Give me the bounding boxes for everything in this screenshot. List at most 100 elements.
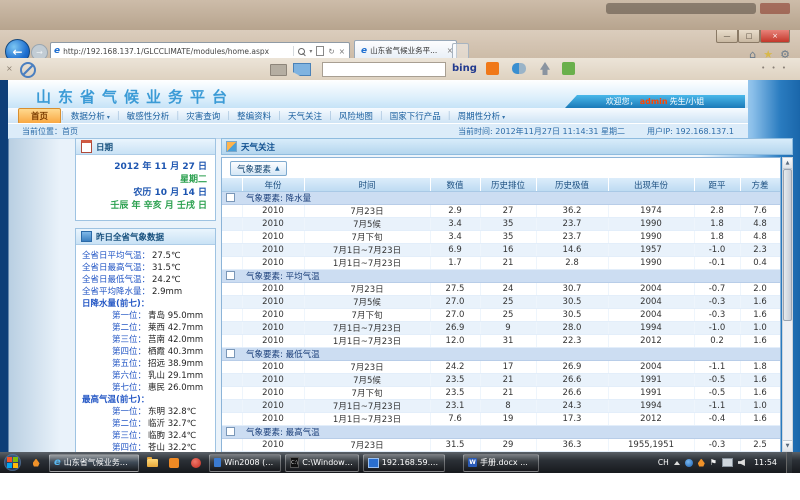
addon-icon-puzzle[interactable] [562, 62, 575, 75]
nav-item-1[interactable]: 数据分析▾ [64, 110, 117, 122]
volume-icon[interactable] [738, 459, 745, 466]
table-cell: 22.3 [536, 335, 608, 348]
rank-value: 惠民 26.0mm [148, 382, 203, 394]
sidebar: 日期 2012 年 11 月 27 日 星期二 农历 10 月 14 日 壬辰 … [75, 138, 216, 452]
table-cell: 21 [480, 257, 536, 270]
group-checkbox[interactable] [226, 427, 235, 436]
scrollbar-up-button[interactable]: ▲ [783, 158, 792, 169]
column-header: 数值 [430, 178, 480, 192]
rank-row: 第三位：临朐 32.4℃ [112, 430, 213, 442]
tray-download-icon[interactable] [698, 459, 705, 467]
weather-table-head: 年份时间数值历史排位历史极值出现年份距平方差 [222, 178, 780, 192]
rank-row: 第五位：招远 38.9mm [112, 358, 213, 370]
language-indicator[interactable]: CH [658, 458, 669, 467]
more-options-dots[interactable]: • • • [761, 64, 788, 72]
table-cell: 1.8 [740, 361, 780, 374]
pinned-orange-app-icon[interactable] [164, 454, 184, 471]
table-cell: 7.6 [740, 205, 780, 218]
nav-item-0[interactable]: 首页 [18, 108, 61, 124]
maximize-button[interactable]: □ [738, 30, 760, 43]
nav-item-6[interactable]: 风险地图 [332, 110, 380, 122]
table-cell: 30.5 [536, 309, 608, 322]
card-reader-icon[interactable] [270, 64, 287, 76]
stat-value: 31.5℃ [152, 262, 180, 274]
bing-logo[interactable]: bing [452, 63, 477, 74]
search-icon[interactable] [298, 48, 305, 55]
show-hidden-icons[interactable] [674, 461, 680, 465]
stat-value: 27.5℃ [152, 250, 180, 262]
toolbar-search-field[interactable] [322, 62, 446, 77]
vertical-scrollbar[interactable]: ▲ ▼ [782, 157, 793, 452]
browser-tab[interactable]: e 山东省气候业务平... × [354, 40, 457, 60]
addon-icon-translate[interactable] [512, 63, 526, 74]
pinned-media-icon[interactable] [26, 454, 46, 471]
rank-value: 招远 38.9mm [148, 358, 203, 370]
scrollbar-thumb[interactable] [783, 169, 792, 321]
explorer-folder-icon[interactable] [142, 454, 162, 471]
nav-item-8[interactable]: 周期性分析▾ [451, 110, 513, 122]
minimize-button[interactable]: — [716, 30, 738, 43]
rank-label: 第一位： [112, 310, 146, 322]
close-addon-bar-icon[interactable]: × [6, 64, 13, 73]
network-icon[interactable] [722, 458, 733, 467]
tray-app-icon[interactable] [685, 459, 693, 467]
chevron-down-icon[interactable]: ▾ [309, 48, 312, 55]
mail-icon[interactable] [293, 63, 311, 76]
scrollbar-down-button[interactable]: ▼ [783, 440, 792, 451]
action-center-flag-icon[interactable]: ⚑ [710, 458, 717, 467]
table-cell: 35 [480, 218, 536, 231]
nav-item-3[interactable]: 灾害查询 [179, 110, 227, 122]
blocked-icon[interactable] [20, 62, 36, 78]
rank-row: 第七位：惠民 26.0mm [112, 382, 213, 394]
table-row: 20101月1日~7月23日1.7212.81990-0.10.4 [222, 257, 780, 270]
rank-row: 第二位：莱西 42.7mm [112, 322, 213, 334]
clock[interactable]: 11:54 [754, 458, 777, 467]
checkbox-col-cell [222, 205, 242, 218]
rank-value: 莱西 42.7mm [148, 322, 203, 334]
refresh-icon[interactable]: ↻ [328, 47, 334, 56]
group-checkbox[interactable] [226, 271, 235, 280]
checkbox-col-cell [222, 322, 242, 335]
group-checkbox-cell [222, 192, 242, 205]
taskbar-task-vm[interactable]: Win2008 (VS2... [209, 454, 281, 472]
group-header-row: 气象要素: 平均气温 [222, 270, 780, 283]
nav-item-5[interactable]: 天气关注 [281, 110, 329, 122]
group-checkbox[interactable] [226, 349, 235, 358]
compatibility-icon[interactable] [316, 46, 324, 56]
table-cell: -0.4 [694, 413, 740, 426]
table-cell: 12.0 [430, 335, 480, 348]
addon-icon-orange[interactable] [486, 62, 499, 75]
stat-row: 全省平均降水量：2.9mm [78, 286, 213, 298]
taskbar-task-rdp[interactable]: 192.168.59.99... [363, 454, 445, 472]
addon-icon-share[interactable] [540, 62, 550, 75]
rank-label: 第五位： [112, 358, 146, 370]
taskbar-task-cmd[interactable]: C:\ C:\Windows\sy... [285, 454, 359, 472]
nav-item-7[interactable]: 国家下行产品 [383, 110, 448, 122]
table-cell: 1月1日~7月23日 [304, 413, 430, 426]
nav-item-2[interactable]: 敏感性分析 [120, 110, 177, 122]
table-toolbar: 气象要素 ▲ [222, 158, 780, 178]
start-button[interactable] [4, 454, 21, 471]
table-row: 20101月1日~7月23日12.03122.320120.21.6 [222, 335, 780, 348]
url-text[interactable]: http://192.168.137.1/GLCCLIMATE/modules/… [63, 47, 293, 56]
table-cell: 1990 [608, 218, 694, 231]
group-checkbox[interactable] [226, 193, 235, 202]
table-row: 20107月1日~7月23日26.9928.01994-1.01.0 [222, 322, 780, 335]
nav-item-4[interactable]: 整编资料 [230, 110, 278, 122]
stop-icon[interactable]: × [339, 47, 345, 56]
taskbar-task-word[interactable]: W 手册.docx ... [463, 454, 539, 472]
table-cell: 1957 [608, 244, 694, 257]
table-row: 20107月23日24.21726.92004-1.11.8 [222, 361, 780, 374]
close-button[interactable]: × [760, 30, 790, 43]
show-desktop-button[interactable] [786, 452, 792, 473]
ie-icon: e [54, 457, 61, 468]
element-filter-button[interactable]: 气象要素 ▲ [230, 161, 287, 176]
welcome-suffix: 先生/小姐 [670, 96, 705, 107]
stat-value: 2.9mm [152, 286, 182, 298]
calendar-icon [81, 140, 92, 153]
table-cell: 3.4 [430, 218, 480, 231]
table-cell: 2010 [242, 413, 304, 426]
pinned-red-app-icon[interactable] [186, 454, 206, 471]
desktop-background [0, 0, 800, 30]
taskbar-task-browser[interactable]: e 山东省气候业务平... [49, 454, 139, 472]
